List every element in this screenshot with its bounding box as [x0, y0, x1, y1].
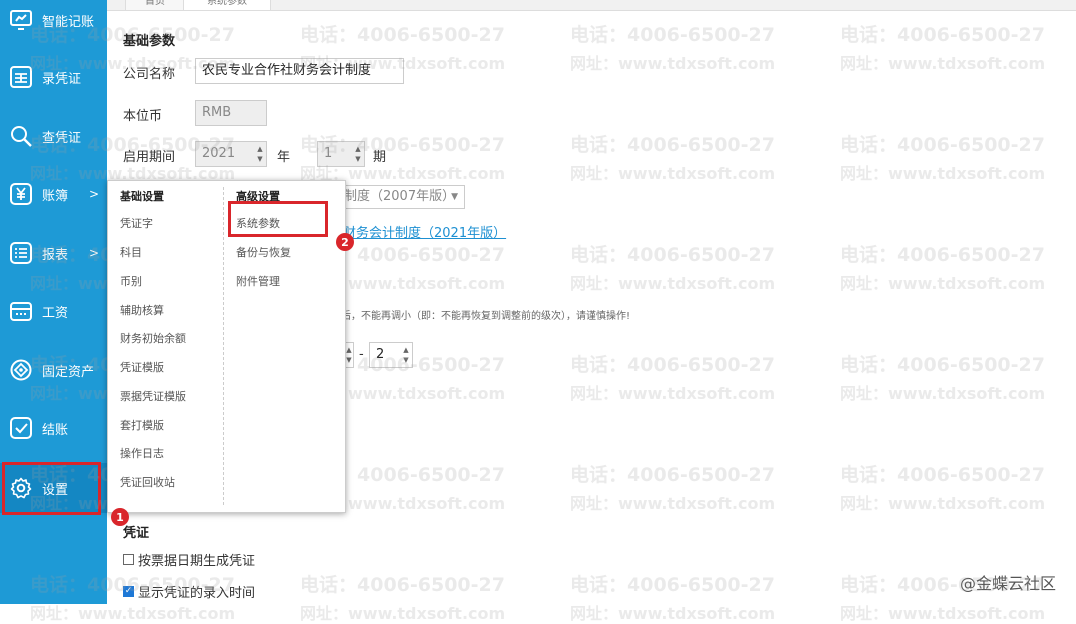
nav-label: 报表 — [42, 247, 69, 263]
period-unit: 期 — [373, 150, 387, 165]
level-warning-note: 后，不能再调小（即：不能再恢复到调整前的级次），请谨慎操作! — [341, 311, 631, 322]
level-start-stepper[interactable]: ▲ ▼ — [346, 342, 354, 368]
menu-item-bill-template[interactable]: 票据凭证模版 — [120, 388, 186, 404]
level-separator: - — [359, 347, 364, 362]
checkbox-checked[interactable]: ✓ — [123, 586, 134, 597]
year-value: 2021 — [202, 146, 236, 161]
accounting-standard-select[interactable]: 制度（2007年版） ▼ — [337, 185, 465, 209]
community-watermark: @金蝶云社区 — [959, 574, 1056, 593]
chevron-right-icon: > — [89, 246, 100, 260]
menu-item-initial-balance[interactable]: 财务初始余额 — [120, 330, 186, 346]
nav-query-voucher[interactable]: 查凭证 — [0, 116, 107, 156]
stepper-arrows-icon[interactable]: ▲ ▼ — [345, 345, 353, 365]
year-stepper[interactable]: 2021 ▲ ▼ — [195, 141, 267, 167]
level-value: 2 — [376, 347, 385, 362]
company-label: 公司名称 — [123, 67, 176, 82]
tab-system-params[interactable]: 系统参数 — [183, 0, 271, 11]
settings-highlight-box — [2, 462, 101, 515]
grid-form-icon — [9, 65, 33, 89]
nav-label: 固定资产 — [42, 364, 95, 380]
nav-label: 账簿 — [42, 188, 69, 204]
menu-item-accounts[interactable]: 科目 — [120, 244, 142, 260]
section-basic-title: 基础参数 — [123, 34, 176, 49]
menu-item-voucher-word[interactable]: 凭证字 — [120, 215, 153, 231]
menu-item-backup-restore[interactable]: 备份与恢复 — [236, 244, 291, 260]
nav-reports[interactable]: 报表 > — [0, 233, 107, 273]
caret-down-icon: ▼ — [451, 192, 458, 202]
system-params-highlight-box — [228, 201, 328, 237]
diamond-circle-icon — [9, 358, 33, 382]
select-value: 制度（2007年版） — [344, 189, 456, 204]
nav-close-period[interactable]: 结账 — [0, 408, 107, 448]
menu-item-attachments[interactable]: 附件管理 — [236, 273, 280, 289]
menu-item-voucher-template[interactable]: 凭证模版 — [120, 359, 164, 375]
step-badge-2: 2 — [336, 233, 354, 251]
year-unit: 年 — [277, 150, 291, 165]
basic-settings-title: 基础设置 — [120, 190, 164, 203]
nav-label: 工资 — [42, 305, 69, 321]
stepper-arrows-icon[interactable]: ▲ ▼ — [354, 144, 362, 164]
currency-input: RMB — [195, 100, 267, 126]
currency-label: 本位币 — [123, 109, 163, 124]
checkbox-unchecked[interactable] — [123, 554, 134, 565]
nav-salary[interactable]: 工资 — [0, 291, 107, 331]
period-value: 1 — [324, 146, 333, 161]
nav-label: 查凭证 — [42, 130, 82, 146]
check-date-row[interactable]: 按票据日期生成凭证 — [123, 550, 255, 569]
yen-icon — [9, 182, 33, 206]
checkbox-icon — [9, 416, 33, 440]
menu-item-print-template[interactable]: 套打模版 — [120, 417, 164, 433]
check-time-row[interactable]: ✓ 显示凭证的录入时间 — [123, 582, 255, 601]
wallet-icon — [9, 299, 33, 323]
nav-label: 录凭证 — [42, 71, 82, 87]
check-date-label: 按票据日期生成凭证 — [138, 554, 256, 569]
search-icon — [9, 124, 33, 148]
menu-item-recycle-bin[interactable]: 凭证回收站 — [120, 474, 175, 490]
menu-item-aux-accounting[interactable]: 辅助核算 — [120, 302, 164, 318]
report-list-icon — [9, 241, 33, 265]
screen-chart-icon — [9, 8, 33, 32]
menu-item-currency[interactable]: 币别 — [120, 273, 142, 289]
check-time-label: 显示凭证的录入时间 — [138, 586, 256, 601]
stepper-arrows-icon[interactable]: ▲ ▼ — [402, 345, 410, 365]
company-name-input[interactable]: 农民专业合作社财务会计制度 — [195, 58, 404, 84]
nav-fixed-assets[interactable]: 固定资产 — [0, 350, 107, 390]
nav-ledger[interactable]: 账簿 > — [0, 174, 107, 214]
stepper-arrows-icon[interactable]: ▲ ▼ — [256, 144, 264, 164]
nav-enter-voucher[interactable]: 录凭证 — [0, 57, 107, 97]
tab-bar: 首页 系统参数 — [107, 0, 1076, 11]
section-voucher-title: 凭证 — [123, 526, 150, 541]
step-badge-1: 1 — [111, 508, 129, 526]
nav-smart-bookkeeping[interactable]: 智能记账 — [0, 0, 107, 40]
level-end-stepper[interactable]: 2 ▲ ▼ — [369, 342, 413, 368]
period-stepper[interactable]: 1 ▲ ▼ — [317, 141, 365, 167]
chevron-right-icon: > — [89, 187, 100, 201]
menu-divider — [223, 187, 224, 505]
menu-item-operation-log[interactable]: 操作日志 — [120, 445, 164, 461]
period-label: 启用期间 — [123, 150, 176, 165]
nav-label: 结账 — [42, 422, 69, 438]
nav-label: 智能记账 — [42, 14, 95, 30]
standard-link[interactable]: 财务会计制度（2021年版） — [343, 222, 506, 241]
tab-home[interactable]: 首页 — [125, 0, 185, 11]
